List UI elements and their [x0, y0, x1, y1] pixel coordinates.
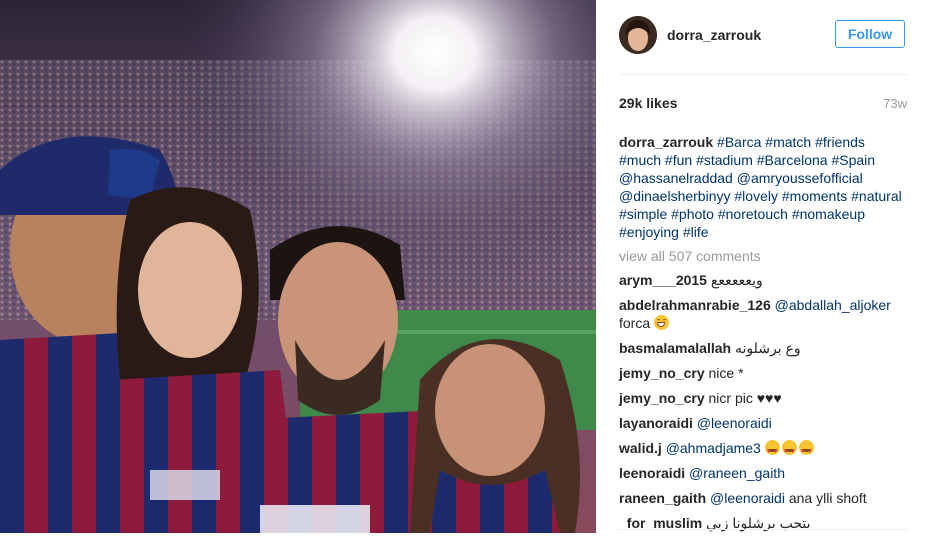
comment-username[interactable]: basmalamalallah — [619, 340, 731, 356]
caption-hashtag[interactable]: #photo — [671, 206, 714, 222]
comment-mention[interactable]: @leenoraidi — [710, 490, 785, 506]
caption-hashtag[interactable]: #lovely — [734, 188, 778, 204]
comment-username[interactable]: jemy_no_cry — [619, 390, 705, 406]
stadium-selfie-image — [0, 0, 596, 533]
caption-mention[interactable]: @dinaelsherbinyy — [619, 188, 731, 204]
comment-mention[interactable]: @raneen_gaith — [689, 465, 785, 481]
grinning-emoji-icon — [654, 315, 670, 330]
comment-item: leenoraidi @raneen_gaith — [619, 464, 909, 482]
comment-username[interactable]: jemy_no_cry — [619, 365, 705, 381]
comment-item: jemy_no_cry nicr pic ♥♥♥ — [619, 389, 909, 407]
post-photo[interactable] — [0, 0, 596, 533]
caption-hashtag[interactable]: #simple — [619, 206, 667, 222]
comment-text: ana ylli shoft — [788, 490, 867, 506]
comment-username[interactable]: abdelrahmanrabie_126 — [619, 297, 771, 313]
caption-hashtag[interactable]: #stadium — [696, 152, 753, 168]
caption-hashtag[interactable]: #nomakeup — [792, 206, 865, 222]
caption-mention[interactable]: @hassanelraddad — [619, 170, 733, 186]
caption-hashtag[interactable]: #enjoying — [619, 224, 679, 240]
heart-eyes-emoji-icon: ♥ ♥ — [781, 440, 797, 455]
comment-text: forca — [619, 315, 651, 331]
comment-username[interactable]: raneen_gaith — [619, 490, 706, 506]
comment-item: arym___2015 ويعععععع — [619, 271, 909, 289]
caption-hashtag[interactable]: #much — [619, 152, 661, 168]
post-sidebar: dorra_zarrouk Follow 29k likes 73w dorra… — [596, 0, 925, 533]
comment-username[interactable]: walid.j — [619, 440, 662, 456]
comment-text: nicr pic ♥♥♥ — [708, 390, 782, 406]
comment-mention[interactable]: @leenoraidi — [697, 415, 772, 431]
caption-hashtag[interactable]: #friends — [815, 134, 865, 150]
post-author-username[interactable]: dorra_zarrouk — [667, 27, 761, 43]
caption-hashtag[interactable]: #noretouch — [718, 206, 788, 222]
heart-eyes-emoji-icon: ♥ ♥ — [798, 440, 814, 455]
caption-hashtag[interactable]: #moments — [782, 188, 847, 204]
avatar[interactable] — [619, 16, 657, 54]
caption-hashtag[interactable]: #natural — [851, 188, 902, 204]
caption-hashtag[interactable]: #Barcelona — [757, 152, 828, 168]
follow-button[interactable]: Follow — [835, 20, 905, 48]
comments-bottom-divider — [619, 529, 907, 530]
header-divider — [619, 74, 907, 75]
view-all-comments-link[interactable]: view all 507 comments — [619, 247, 909, 265]
comment-item: basmalamalallah وع برشلونه — [619, 339, 909, 357]
comment-mention[interactable]: @ahmadjame3 — [666, 440, 761, 456]
comment-mention[interactable]: @abdallah_aljoker — [775, 297, 891, 313]
caption-hashtag[interactable]: #Spain — [831, 152, 875, 168]
caption-hashtag[interactable]: #fun — [665, 152, 692, 168]
caption-hashtag[interactable]: #life — [683, 224, 709, 240]
caption-mention[interactable]: @amryoussefofficial — [737, 170, 863, 186]
post-age[interactable]: 73w — [883, 96, 907, 111]
comment-username[interactable]: leenoraidi — [619, 465, 685, 481]
comment-list: arym___2015 ويعععععع abdelrahmanrabie_12… — [619, 271, 909, 532]
comment-item: layanoraidi @leenoraidi — [619, 414, 909, 432]
comment-item: jemy_no_cry nice * — [619, 364, 909, 382]
caption-hashtag[interactable]: #Barca — [717, 134, 761, 150]
caption-hashtag[interactable]: #match — [765, 134, 811, 150]
comment-username[interactable]: layanoraidi — [619, 415, 693, 431]
comment-item: abdelrahmanrabie_126 @abdallah_aljoker f… — [619, 296, 909, 332]
comment-item: raneen_gaith @leenoraidi ana ylli shoft — [619, 489, 909, 507]
comment-text: ويعععععع — [710, 272, 763, 288]
caption: dorra_zarrouk #Barca #match #friends #mu… — [619, 133, 909, 241]
heart-eyes-emoji-icon: ♥ ♥ — [764, 440, 780, 455]
comment-item: walid.j @ahmadjame3 ♥ ♥ ♥ ♥ ♥ ♥ — [619, 439, 909, 457]
comment-username[interactable]: arym___2015 — [619, 272, 707, 288]
comment-text: وع برشلونه — [734, 340, 801, 356]
comment-text: nice * — [708, 365, 744, 381]
post-header: dorra_zarrouk Follow — [619, 15, 907, 57]
comments-section: dorra_zarrouk #Barca #match #friends #mu… — [619, 133, 909, 539]
caption-author[interactable]: dorra_zarrouk — [619, 134, 713, 150]
likes-count[interactable]: 29k likes — [619, 95, 677, 111]
